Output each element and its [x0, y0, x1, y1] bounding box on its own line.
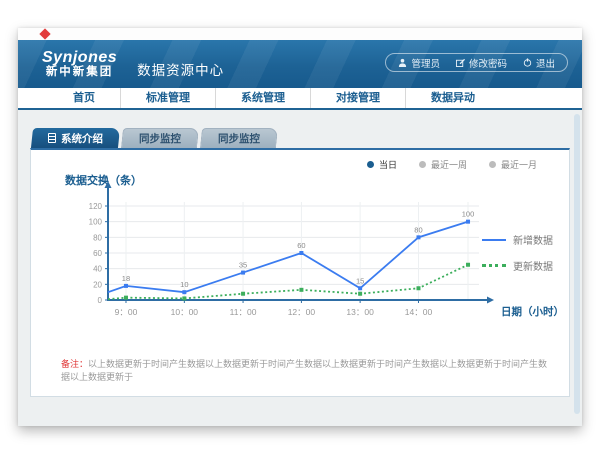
legend-new-data-label: 新增数据: [513, 232, 553, 247]
legend-item-update-data[interactable]: 更新数据: [482, 258, 553, 273]
svg-text:35: 35: [239, 261, 247, 270]
window-top-strip: [18, 28, 582, 40]
company-logo: Synjones 新中新集团: [42, 50, 117, 79]
svg-text:60: 60: [93, 249, 102, 258]
svg-text:20: 20: [93, 280, 102, 289]
nav-item-integration[interactable]: 对接管理: [310, 88, 405, 108]
svg-text:40: 40: [93, 265, 102, 274]
svg-text:18: 18: [122, 274, 130, 283]
tab-sync-monitor-1-label: 同步监控: [139, 131, 181, 146]
svg-text:100: 100: [89, 218, 103, 227]
svg-text:0: 0: [98, 296, 103, 305]
logo-brand-text: Synjones: [42, 50, 117, 67]
logo-brand-subtext: 新中新集团: [42, 66, 117, 78]
content-area: 系统介绍 同步监控 同步监控 当日 最近一周: [18, 110, 582, 426]
svg-text:13：00: 13：00: [346, 307, 374, 317]
user-menu-admin-label: 管理员: [411, 56, 440, 70]
svg-text:10：00: 10：00: [171, 307, 199, 317]
tab-bar: 系统介绍 同步监控 同步监控: [32, 128, 570, 148]
edit-icon: [456, 58, 465, 67]
nav-item-data-changes[interactable]: 数据异动: [405, 88, 500, 108]
svg-text:12：00: 12：00: [288, 307, 316, 317]
page-title: 数据资源中心: [137, 59, 224, 79]
svg-text:80: 80: [93, 233, 102, 242]
main-nav: 首页 标准管理 系统管理 对接管理 数据异动: [18, 88, 582, 110]
nav-item-standards[interactable]: 标准管理: [120, 88, 215, 108]
vertical-scrollbar[interactable]: [574, 114, 580, 414]
footnote: 备注：以上数据更新于时间产生数据以上数据更新于时间产生数据以上数据更新于时间产生…: [61, 358, 549, 383]
logo-diamond-icon: [39, 28, 50, 39]
svg-text:15: 15: [356, 276, 364, 285]
nav-item-home[interactable]: 首页: [48, 88, 120, 108]
dotted-line-sample-icon: [482, 264, 506, 267]
svg-text:60: 60: [297, 241, 305, 250]
change-password-label: 修改密码: [469, 56, 507, 70]
tab-sync-monitor-2[interactable]: 同步监控: [200, 128, 278, 148]
svg-text:80: 80: [414, 225, 422, 234]
svg-text:11：00: 11：00: [230, 307, 257, 317]
app-window: Synjones 新中新集团 数据资源中心 管理员 修改密码 退出 首页 标准管…: [18, 28, 582, 426]
svg-text:100: 100: [462, 210, 475, 219]
user-menu: 管理员 修改密码 退出: [385, 53, 568, 72]
svg-text:日期（小时）: 日期（小时）: [501, 305, 564, 318]
tab-sync-monitor-1[interactable]: 同步监控: [121, 128, 199, 148]
tab-system-intro-label: 系统介绍: [61, 131, 103, 146]
legend-update-data-label: 更新数据: [513, 258, 553, 273]
svg-text:10: 10: [180, 280, 188, 289]
footnote-prefix: 备注：: [61, 359, 88, 369]
svg-text:14：00: 14：00: [405, 307, 433, 317]
chart-panel: 当日 最近一周 最近一月 数据交换（条） 0204060801001209：00…: [30, 148, 570, 397]
legend-item-new-data[interactable]: 新增数据: [482, 232, 553, 247]
user-menu-admin[interactable]: 管理员: [398, 56, 440, 70]
footnote-text: 以上数据更新于时间产生数据以上数据更新于时间产生数据以上数据更新于时间产生数据以…: [61, 359, 547, 382]
document-icon: [48, 133, 56, 143]
solid-line-sample-icon: [482, 239, 506, 241]
nav-item-system[interactable]: 系统管理: [215, 88, 310, 108]
power-icon: [523, 58, 532, 67]
svg-text:9：00: 9：00: [115, 307, 138, 317]
svg-text:120: 120: [89, 202, 103, 211]
user-icon: [398, 58, 407, 67]
tab-sync-monitor-2-label: 同步监控: [218, 131, 260, 146]
logout-label: 退出: [536, 56, 555, 70]
chart-legend: 新增数据 更新数据: [482, 232, 553, 273]
change-password-button[interactable]: 修改密码: [456, 56, 507, 70]
tab-system-intro[interactable]: 系统介绍: [31, 128, 120, 148]
header-bar: Synjones 新中新集团 数据资源中心 管理员 修改密码 退出: [18, 40, 582, 88]
logout-button[interactable]: 退出: [523, 56, 555, 70]
